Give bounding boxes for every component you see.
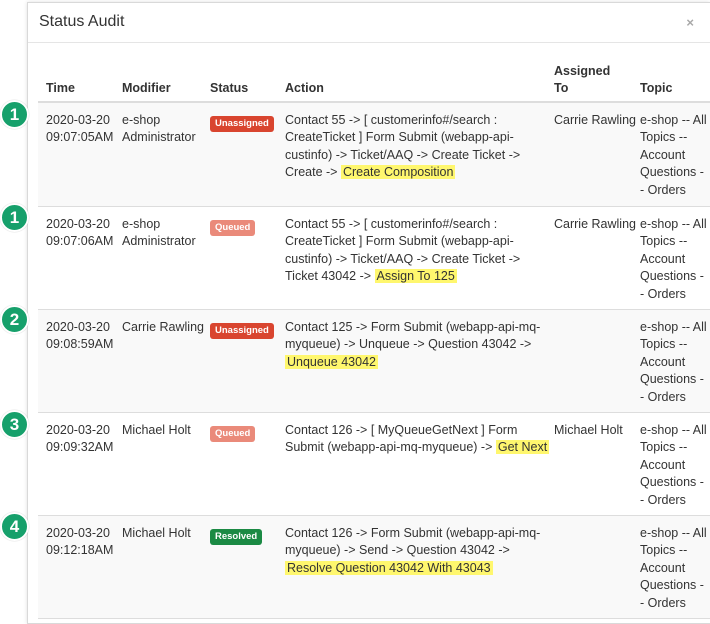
time-date: 2020-03-20 [46,320,110,334]
table-body: 2020-03-20 09:07:05AM e-shop Administrator… [38,103,710,619]
column-header-time: Time [46,81,75,95]
time-clock: 09:12:18AM [46,543,114,558]
status-badge: Queued [210,426,256,442]
table-row: 2020-03-20 09:07:05AM e-shop Administrator… [38,103,710,207]
action-text: Contact 125 -> Form Submit (webapp-api-m… [285,320,541,352]
table-row: 2020-03-20 09:08:59AM Carrie Rawling Unassi… [38,310,710,413]
action-cell: Contact 55 -> [ customerinfo#/search : C… [285,112,550,182]
status-cell: Unassigned [210,321,282,339]
modifier-cell: e-shop Administrator [122,217,196,249]
action-cell: Contact 126 -> Form Submit (webapp-api-m… [285,525,550,577]
time-cell: 2020-03-20 09:09:32AM [46,422,120,457]
modal-header: Status Audit × [28,3,710,43]
time-date: 2020-03-20 [46,217,110,231]
close-icon[interactable]: × [686,16,694,29]
table-header: Time Modifier Status Action Assigned To … [38,55,710,103]
column-header-status: Status [210,81,249,95]
topic-cell: e-shop -- All Topics -- Account Question… [640,113,707,197]
action-text: Contact 126 -> Form Submit (webapp-api-m… [285,526,541,558]
status-cell: Resolved [210,527,282,545]
action-cell: Contact 126 -> [ MyQueueGetNext ] Form S… [285,422,550,457]
status-audit-modal: Status Audit × Time Modifier Status Acti… [27,2,710,624]
topic-cell: e-shop -- All Topics -- Account Question… [640,320,707,404]
status-badge: Unassigned [210,323,274,339]
time-cell: 2020-03-20 09:07:06AM [46,216,120,251]
action-highlight: Resolve Question 43042 With 43043 [285,560,493,575]
action-text: Contact 126 -> [ MyQueueGetNext ] Form S… [285,423,518,455]
column-header-modifier: Modifier [122,81,171,95]
modifier-cell: Michael Holt [122,526,191,540]
table-row: 2020-03-20 09:07:06AM e-shop Administrator… [38,207,710,310]
time-clock: 09:07:05AM [46,130,114,145]
topic-cell: e-shop -- All Topics -- Account Question… [640,526,707,610]
audit-table: Time Modifier Status Action Assigned To … [38,55,710,619]
step-number-badge: 1 [0,203,29,232]
time-date: 2020-03-20 [46,423,110,437]
modifier-cell: Carrie Rawling [122,320,204,334]
action-cell: Contact 55 -> [ customerinfo#/search : C… [285,216,550,286]
status-badge: Resolved [210,529,263,545]
modal-title: Status Audit [39,13,125,30]
time-clock: 09:09:32AM [46,440,114,455]
step-number-badge: 4 [0,512,29,541]
action-highlight: Get Next [495,440,550,455]
status-badge: Unassigned [210,116,274,132]
time-clock: 09:07:06AM [46,234,114,249]
column-header-action: Action [285,81,324,95]
step-number-badge: 1 [0,100,29,129]
time-cell: 2020-03-20 09:12:18AM [46,525,120,560]
table-row: 2020-03-20 09:12:18AM Michael Holt Resolved… [38,516,710,619]
status-cell: Queued [210,218,282,236]
time-clock: 09:08:59AM [46,337,114,352]
status-badge: Queued [210,220,256,236]
assigned-cell: Michael Holt [554,423,623,437]
time-date: 2020-03-20 [46,113,110,127]
status-cell: Queued [210,424,282,442]
assigned-cell: Carrie Rawling [554,217,636,231]
step-number-badge: 3 [0,410,29,439]
column-header-assigned-to: Assigned To [554,64,611,95]
action-highlight: Create Composition [340,165,456,180]
action-highlight: Assign To 125 [374,269,457,284]
time-date: 2020-03-20 [46,526,110,540]
action-cell: Contact 125 -> Form Submit (webapp-api-m… [285,319,550,371]
assigned-cell: Carrie Rawling [554,113,636,127]
table-row: 2020-03-20 09:09:32AM Michael Holt Queued Co… [38,413,710,516]
action-highlight: Unqueue 43042 [285,354,378,369]
modifier-cell: e-shop Administrator [122,113,196,145]
topic-cell: e-shop -- All Topics -- Account Question… [640,423,707,507]
column-header-topic: Topic [640,81,673,95]
topic-cell: e-shop -- All Topics -- Account Question… [640,217,707,301]
time-cell: 2020-03-20 09:07:05AM [46,112,120,147]
status-cell: Unassigned [210,114,282,132]
time-cell: 2020-03-20 09:08:59AM [46,319,120,354]
step-number-badge: 2 [0,305,29,334]
modifier-cell: Michael Holt [122,423,191,437]
